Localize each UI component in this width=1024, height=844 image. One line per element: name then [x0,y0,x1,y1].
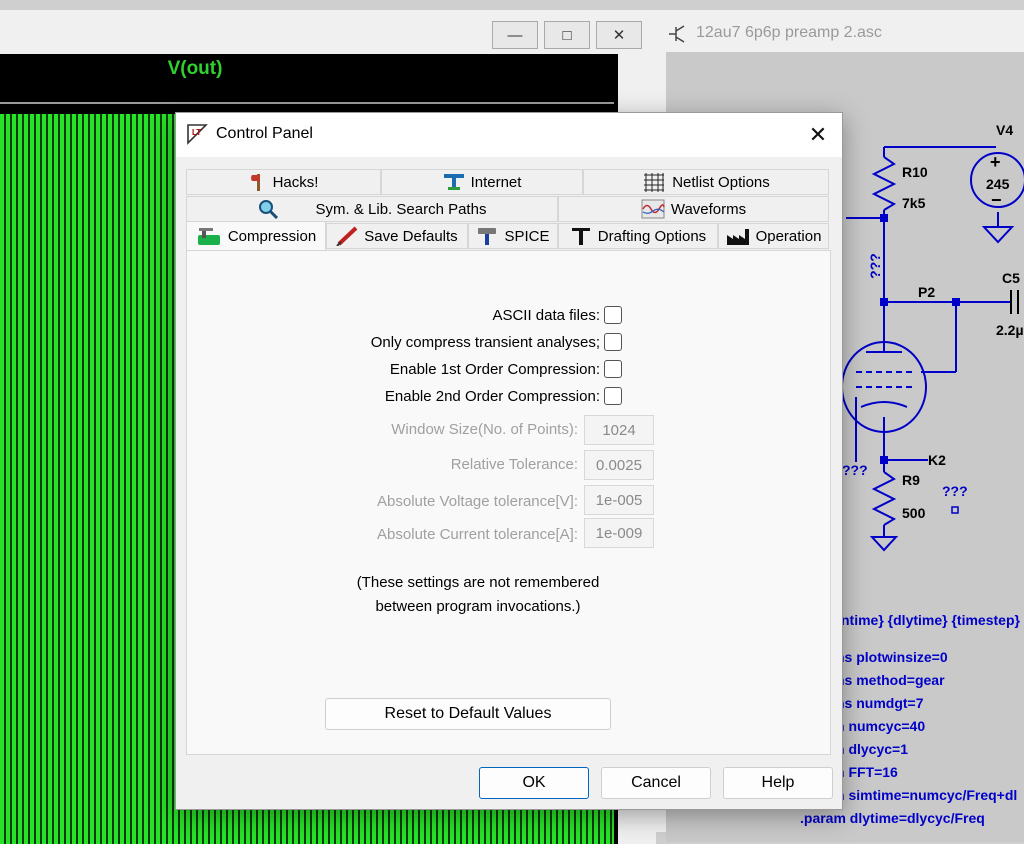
reset-default-values-button[interactable]: Reset to Default Values [325,698,611,730]
directive-line: ns numdgt=7 [836,695,924,711]
directive-line: ns plotwinsize=0 [836,649,948,665]
directive-line: ns method=gear [836,672,945,688]
tab-label: Operation [755,227,822,245]
tab-label: Netlist Options [672,173,770,191]
tab-label: Internet [470,173,522,191]
relative-tolerance-label: Relative Tolerance: [450,456,578,473]
netlist-grid-icon [644,173,665,192]
enable-2nd-order-checkbox[interactable] [604,387,622,405]
control-panel-dialog: LT Control Panel ✕ Hacks! Internet Netli… [175,112,843,810]
tab-waveforms[interactable]: Waveforms [558,196,829,222]
p2-label: P2 [918,284,936,300]
enable-1st-order-checkbox[interactable] [604,360,622,378]
r10-value: 7k5 [902,195,926,211]
note-line: (These settings are not remembered [356,574,600,591]
checkbox-label: Enable 1st Order Compression: [389,360,600,378]
c5-value: 2.2µ [996,322,1024,338]
r9-name: R9 [902,472,920,488]
tab-sym-lib-search-paths[interactable]: Sym. & Lib. Search Paths [186,196,558,222]
close-icon: ✕ [808,122,828,147]
tab-compression[interactable]: Compression [186,221,326,251]
hammer-icon [478,228,497,245]
window-size-field[interactable]: 1024 [584,415,654,445]
factory-icon [726,229,749,245]
tab-save-defaults[interactable]: Save Defaults [326,223,468,249]
cancel-button[interactable]: Cancel [601,767,711,799]
ascii-data-files-row: ASCII data files: [492,306,622,324]
directive-line: n numcyc=40 [836,718,926,734]
clamp-icon [197,227,220,245]
directive-line: ntime} {dlytime} {timestep} [841,612,1020,628]
svg-text:LT: LT [192,128,201,137]
tab-internet[interactable]: Internet [381,169,583,195]
directive-line: n dlycyc=1 [836,741,908,757]
minimize-button[interactable]: — [492,21,538,49]
tab-netlist-options[interactable]: Netlist Options [583,169,829,195]
absolute-voltage-field[interactable]: 1e-005 [584,485,654,515]
tab-drafting-options[interactable]: Drafting Options [558,223,718,249]
unknown-net-label: ??? [842,462,868,478]
plot-frame-line [0,102,614,104]
enable-2nd-order-row: Enable 2nd Order Compression: [385,387,622,405]
tab-label: Compression [227,228,317,245]
v4-name: V4 [996,122,1014,138]
plot-trace-label[interactable]: V(out) [0,58,390,80]
directive-line: n simtime=numcyc/Freq+dl [836,787,1018,803]
close-window-button[interactable]: ✕ [596,21,642,49]
waveform-icon [641,199,665,219]
ascii-data-files-checkbox[interactable] [604,306,622,324]
syringe-icon [336,226,358,246]
ltspice-logo-icon: LT [187,124,208,145]
waveform-caption-bar: — □ ✕ [0,10,656,52]
unknown-net-label: ??? [866,253,883,279]
axe-icon [250,174,260,191]
r10-name: R10 [902,164,928,180]
absolute-voltage-label: Absolute Voltage tolerance[V]: [377,493,578,510]
checkbox-label: ASCII data files: [492,306,600,324]
network-icon [443,174,464,190]
help-button[interactable]: Help [723,767,833,799]
tab-label: Save Defaults [364,227,458,245]
ok-button[interactable]: OK [479,767,589,799]
minimize-icon: — [507,26,523,44]
relative-tolerance-field[interactable]: 0.0025 [584,450,654,480]
schematic-title: 12au7 6p6p preamp 2.asc [696,24,882,41]
t-square-icon [571,228,590,245]
v4-plus-symbol: + [990,152,1001,172]
dialog-title-bar[interactable]: LT Control Panel ✕ [176,113,842,157]
tab-spice[interactable]: SPICE [468,223,558,249]
absolute-current-label: Absolute Current tolerance[A]: [377,526,578,543]
enable-1st-order-row: Enable 1st Order Compression: [390,360,622,378]
tab-label: Waveforms [670,200,747,218]
tab-label: Hacks! [272,173,319,191]
compression-tab-panel: ASCII data files: Only compress transien… [186,250,831,755]
close-icon: ✕ [612,27,626,44]
directive-line: .param dlytime=dlycyc/Freq [800,810,985,826]
dialog-title: Control Panel [216,125,313,142]
maximize-icon: □ [562,26,572,44]
tab-operation[interactable]: Operation [718,223,829,249]
tab-hacks[interactable]: Hacks! [186,169,381,195]
checkbox-label: Only compress transient analyses; [370,333,600,351]
directive-line: n FFT=16 [836,764,898,780]
magnifier-icon [258,200,278,219]
tab-label: Drafting Options [597,227,707,245]
only-compress-transient-row: Only compress transient analyses; [371,333,622,351]
maximize-button[interactable]: □ [544,21,590,49]
tab-label: SPICE [504,227,550,245]
v4-minus-symbol: − [991,190,1002,210]
dialog-close-button[interactable]: ✕ [800,119,836,151]
window-size-label: Window Size(No. of Points): [391,421,578,438]
c5-name: C5 [1002,270,1020,286]
k2-label: K2 [928,452,946,468]
checkbox-label: Enable 2nd Order Compression: [384,387,600,405]
transistor-icon [669,25,685,43]
unknown-net-label: ??? [942,483,968,499]
tab-label: Sym. & Lib. Search Paths [315,200,487,218]
r9-value: 500 [902,505,926,521]
note-line: between program invocations.) [375,598,581,615]
settings-note: (These settings are not remembered betwe… [318,571,638,619]
absolute-current-field[interactable]: 1e-009 [584,518,654,548]
only-compress-transient-checkbox[interactable] [604,333,622,351]
